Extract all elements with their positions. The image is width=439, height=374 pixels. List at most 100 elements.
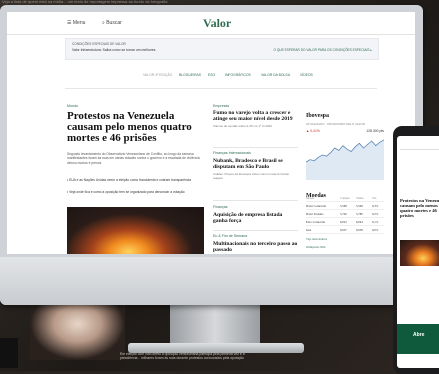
chart-point [375, 145, 376, 146]
ibovespa-updated: ATUALIZADO · PRODUZIDO PELO VALOR [306, 122, 384, 126]
chart-point [343, 145, 344, 146]
monitor-stand [170, 305, 260, 345]
divider [213, 230, 298, 231]
main-story-bullet[interactable]: • EUA e as Nações Unidas veem a eleição … [67, 178, 202, 182]
nav-item[interactable]: INFOGRÁFICOS [225, 73, 251, 77]
table-header: Var. [372, 196, 377, 200]
table-cell: 6,022 [340, 220, 347, 224]
chart-point [318, 157, 319, 158]
table-row[interactable]: Euro Comercial 6,022 6,044 0,1% [306, 218, 384, 226]
table-cell: 5,740 [340, 212, 347, 216]
phone-banner[interactable]: Abre [397, 324, 439, 354]
table-header-row: Moeda Compra Venda Var. [306, 194, 384, 202]
chart-point [380, 142, 381, 143]
ibovespa-title: Ibovespa [306, 113, 329, 119]
monitor-base [128, 343, 304, 353]
search-button[interactable]: ⌕ Buscar [102, 20, 122, 26]
chart-point [322, 155, 323, 156]
mid-story-headline: Multinacionais no terceiro passo ao pass… [213, 241, 298, 253]
chart-point [326, 156, 327, 157]
table-header: Venda [356, 196, 364, 200]
site-header: ☰ Menu ⌕ Buscar Valor [7, 12, 415, 35]
table-cell: 0,037 [340, 228, 347, 232]
chart-point [371, 141, 372, 142]
background-logo [0, 338, 18, 368]
chart-point [334, 148, 335, 149]
notice-banner: CONDIÇÕES ESPECIAIS DE VALOR Valor Infra… [65, 38, 379, 60]
nav-item[interactable]: VÍDEOS [300, 73, 313, 77]
mid-story[interactable]: Aquisição de empresa listada ganha força [213, 212, 298, 224]
mid-story[interactable]: Nubank, Bradesco e Brasil se disputam em… [213, 158, 298, 180]
table-cell: Dólar Comercial [306, 204, 326, 208]
background-caption: Em eleição com voto direto a oposição ve… [120, 352, 260, 366]
mid-story-headline: Fumo no varejo volta a crescer e atinge … [213, 110, 298, 122]
table-cell: Dólar Turismo [306, 212, 324, 216]
main-story-photo[interactable] [67, 207, 204, 254]
mid-section-label[interactable]: Finanças [213, 205, 228, 209]
monitor-chin [0, 257, 423, 305]
section-nav: VALOR 3ª EDIÇÃO BLOGUEIRAS ESG INFOGRÁFI… [65, 64, 377, 89]
chart-point [359, 143, 360, 144]
table-row[interactable]: Iene 0,037 0,038 0,0% [306, 226, 384, 234]
monitor-screen: ☰ Menu ⌕ Buscar Valor CONDIÇÕES ESPECIAI… [7, 12, 415, 254]
phone-headline[interactable]: Protestos na Venezuela causam pelo menos… [400, 198, 439, 218]
table-cell: Iene [306, 228, 311, 232]
background-photo [30, 300, 125, 360]
mid-section-label[interactable]: Finanças Internacionais [213, 151, 251, 155]
table-cell: 5,569 [356, 204, 363, 208]
notice-label: CONDIÇÕES ESPECIAIS DE VALOR [72, 42, 126, 46]
mid-story[interactable]: Fumo no varejo volta a crescer e atinge … [213, 110, 298, 128]
menu-button[interactable]: ☰ Menu [67, 20, 85, 26]
table-cell: 0,2% [372, 212, 378, 216]
olimpiada-section[interactable]: Olimpíada 2024 [306, 245, 384, 249]
nav-item[interactable]: VALOR 3ª EDIÇÃO [143, 73, 172, 77]
divider [213, 147, 298, 148]
main-story-lede: Segundo levantamento do Observatório Ven… [67, 152, 202, 165]
chart-point [351, 151, 352, 152]
table-cell: 0,1% [372, 220, 378, 224]
main-story-headline[interactable]: Protestos na Venezuela causam pelo menos… [67, 111, 202, 144]
phone-banner-label: Abre [413, 332, 424, 338]
nav-item[interactable]: ESG [208, 73, 215, 77]
phone-screen: Protestos na Venezuela causam pelo menos… [397, 136, 439, 368]
chart-point [310, 159, 311, 160]
chart-point [330, 152, 331, 153]
mid-story[interactable]: Multinacionais no terceiro passo ao pass… [213, 241, 298, 253]
table-cell: 6,044 [356, 220, 363, 224]
phone-photo[interactable] [400, 240, 439, 266]
chart-series [306, 139, 384, 180]
divider [213, 200, 298, 201]
table-cell: 0,038 [356, 228, 363, 232]
more-indices-link[interactable]: Veja mais Indices [306, 237, 384, 241]
chart-area [306, 140, 384, 180]
chart-point [338, 150, 339, 151]
table-row[interactable]: Dólar Turismo 5,740 5,780 0,2% [306, 210, 384, 218]
notice-text: Valor Infraestrutura: Saiba como se torn… [72, 48, 155, 52]
ibovespa-chart[interactable] [306, 130, 384, 180]
nav-item[interactable]: BLOGUEIRAS [179, 73, 201, 77]
search-icon: ⌕ [102, 20, 105, 26]
chart-point [367, 144, 368, 145]
mid-section-label[interactable]: Eu & Fim de Semana [213, 234, 247, 238]
table-cell: Euro Comercial [306, 220, 325, 224]
mobile-phone: Protestos na Venezuela causam pelo menos… [393, 126, 439, 374]
mid-story-headline: Aquisição de empresa listada ganha força [213, 212, 298, 224]
chart-point [363, 148, 364, 149]
phone-header [400, 144, 439, 150]
menu-label: Menu [73, 20, 86, 26]
nav-item[interactable]: VALOR DA BOLSA [261, 73, 290, 77]
site-logo[interactable]: Valor [203, 16, 231, 31]
mid-story-headline: Nubank, Bradesco e Brasil se disputam em… [213, 158, 298, 170]
main-story-bullet[interactable]: • Veja onde fica e como a oposição tem s… [67, 190, 202, 194]
mid-section-label[interactable]: Empresas [213, 104, 229, 108]
main-story-section[interactable]: Mundo [67, 104, 78, 108]
table-row[interactable]: Dólar Comercial 5,568 5,569 0,3% [306, 202, 384, 210]
moedas-table: Moeda Compra Venda Var. Dólar Comercial … [306, 194, 384, 249]
search-label: Buscar [106, 20, 122, 26]
table-cell: 0,0% [372, 228, 378, 232]
table-cell: 5,568 [340, 204, 347, 208]
chart-point [314, 160, 315, 161]
table-cell: 5,780 [356, 212, 363, 216]
notice-link[interactable]: O QUE ESPERAR DO VALOR PARA OS CONDIÇÕES… [273, 48, 372, 52]
table-cell: 0,3% [372, 204, 378, 208]
